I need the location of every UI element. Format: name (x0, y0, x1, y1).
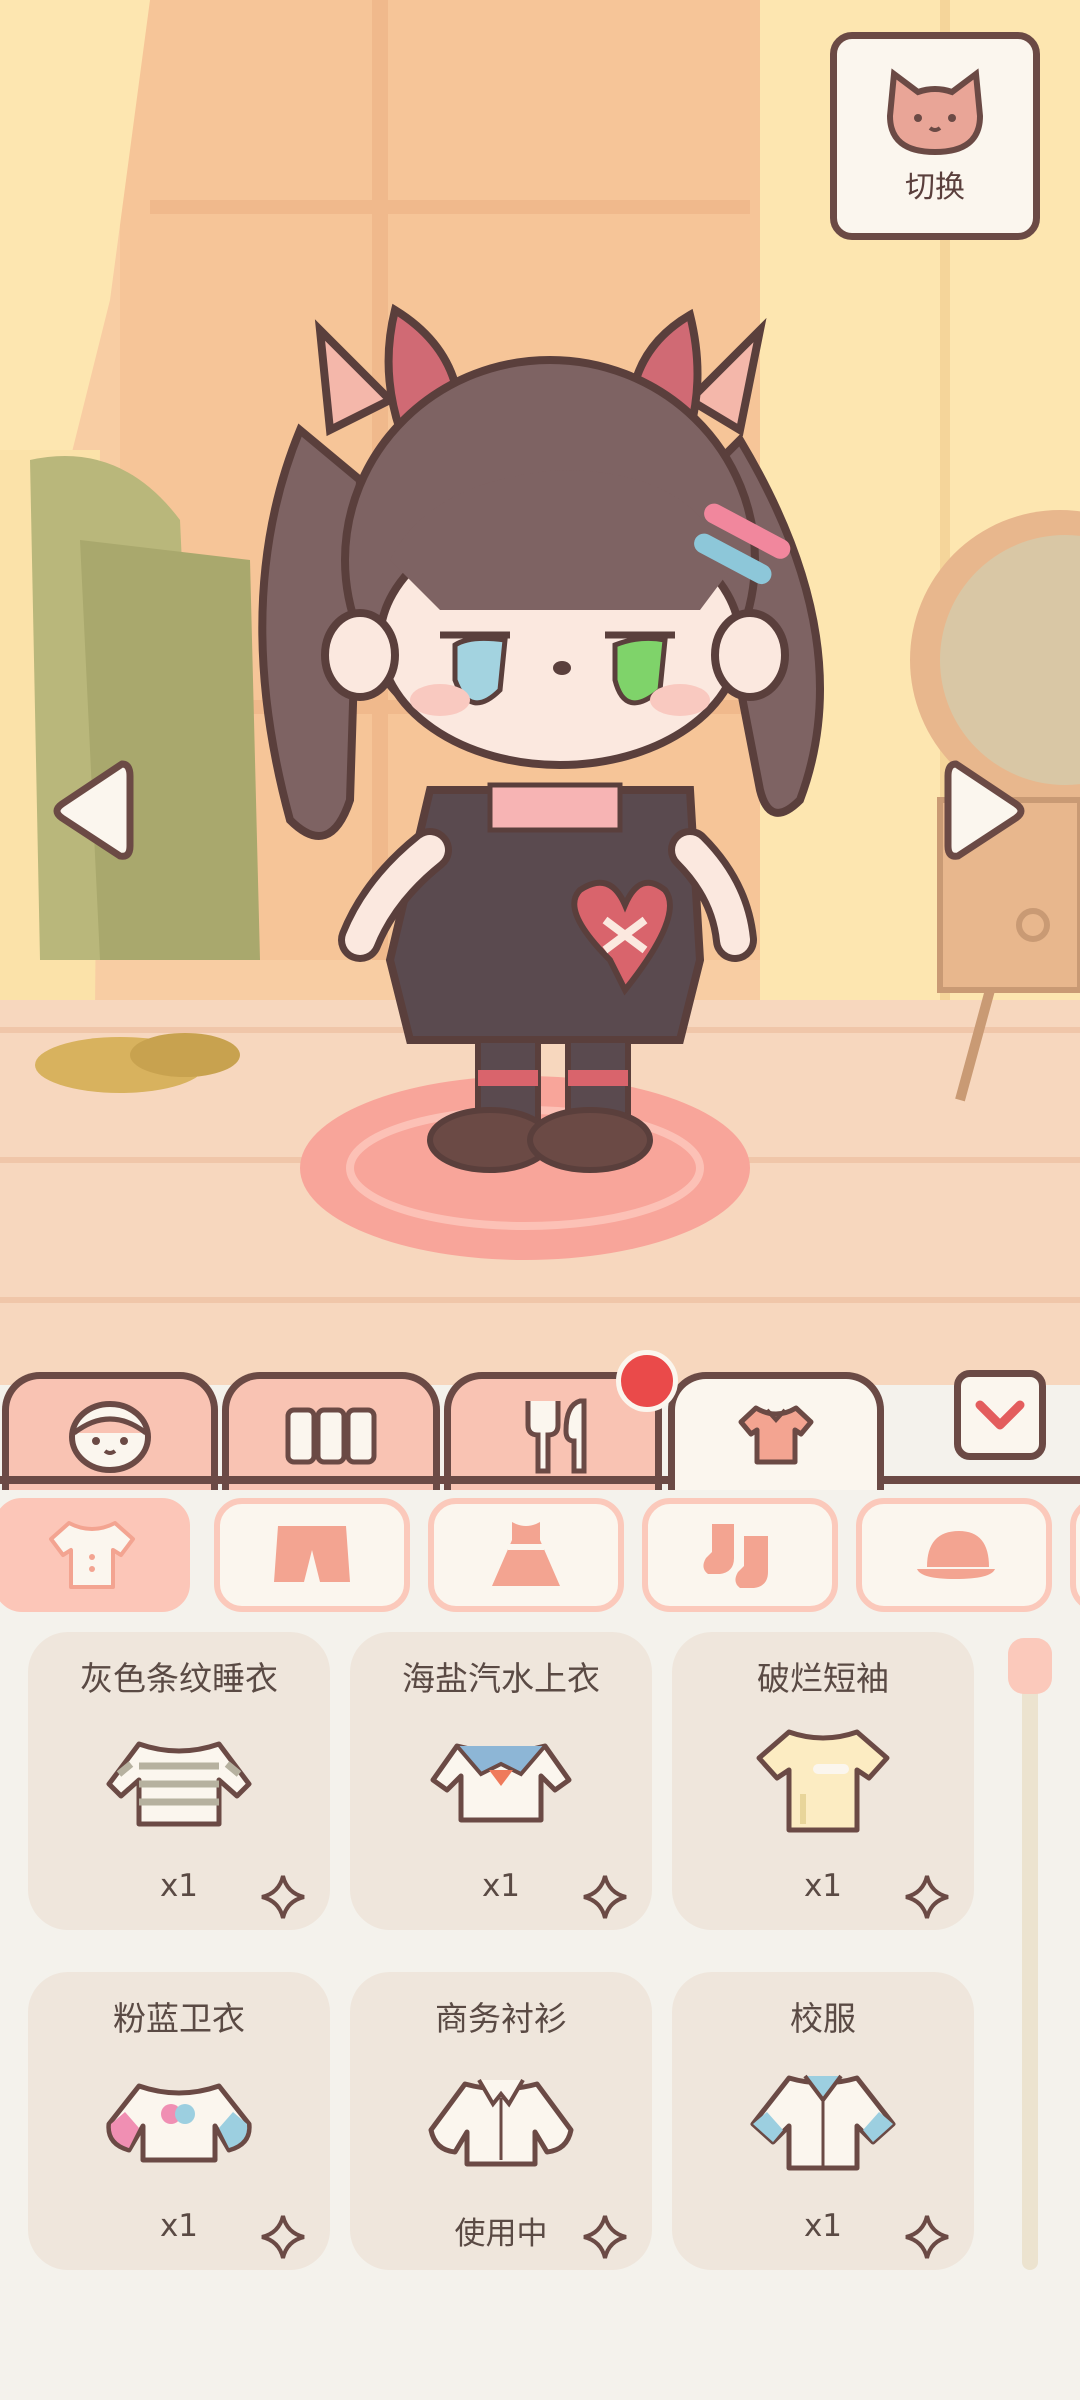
item-card[interactable]: 破烂短袖 x1 (672, 1632, 974, 1930)
subcat-pants[interactable] (214, 1498, 410, 1612)
item-name: 破烂短袖 (757, 1659, 889, 1698)
fork-spoon-icon (525, 1398, 587, 1473)
item-name: 灰色条纹睡衣 (80, 1659, 278, 1698)
chevron-down-icon (975, 1400, 1025, 1430)
sparkle-icon (905, 1875, 949, 1919)
tab-face[interactable] (2, 1372, 218, 1490)
item-name: 商务衬衫 (435, 1999, 567, 2038)
room-scene: 切换 (0, 0, 1080, 1385)
item-name: 校服 (790, 1999, 856, 2038)
collapse-panel-button[interactable] (954, 1370, 1046, 1460)
item-card[interactable]: 灰色条纹睡衣 x1 (28, 1632, 330, 1930)
subcat-more[interactable] (1070, 1498, 1080, 1612)
sparkle-icon (583, 2215, 627, 2259)
previous-arrow-button[interactable] (50, 756, 134, 866)
subcat-tops[interactable] (0, 1498, 190, 1612)
face-icon (69, 1400, 151, 1473)
subcat-dresses[interactable] (428, 1498, 624, 1612)
ragged-tshirt-image (756, 1729, 890, 1833)
sparkle-icon (905, 2215, 949, 2259)
socks-icon (703, 1524, 768, 1588)
subcat-hats[interactable] (856, 1498, 1052, 1612)
item-card[interactable]: 粉蓝卫衣 x1 (28, 1972, 330, 2270)
tabs-divider (0, 1476, 1080, 1484)
sparkle-icon (583, 1875, 627, 1919)
striped-pajama-image (106, 1741, 252, 1827)
arrow-right-icon (944, 760, 1025, 860)
scrollbar-thumb[interactable] (1008, 1638, 1052, 1694)
item-card[interactable]: 海盐汽水上衣 x1 (350, 1632, 652, 1930)
sparkle-icon (261, 2215, 305, 2259)
scrollbar-track[interactable] (1022, 1640, 1038, 2270)
dress-icon (492, 1522, 560, 1586)
switch-character-button[interactable]: 切换 (830, 32, 1040, 240)
category-tabs (0, 1372, 1080, 1490)
hat-icon (917, 1531, 995, 1579)
business-shirt-image (428, 2078, 574, 2167)
switch-label: 切换 (905, 170, 965, 205)
top-shirt-icon (49, 1521, 135, 1589)
pink-blue-hoodie-image (106, 2083, 252, 2163)
shorts-icon (274, 1526, 350, 1582)
item-card[interactable]: 校服 x1 (672, 1972, 974, 2270)
subcategory-row (0, 1496, 1080, 1614)
sailor-top-image (430, 1743, 572, 1823)
sparkle-icon (261, 1875, 305, 1919)
cat-head-icon (886, 68, 984, 156)
item-name: 粉蓝卫衣 (113, 1999, 245, 2038)
item-grid: 灰色条纹睡衣 x1 海盐汽水上衣 x1 破烂短袖 x1 粉蓝卫衣 x1 商务衬衫… (0, 1628, 1000, 2400)
furniture-icon (285, 1407, 377, 1464)
next-arrow-button[interactable] (944, 756, 1028, 866)
tab-furniture[interactable] (222, 1372, 440, 1490)
school-uniform-image (750, 2074, 896, 2171)
subcat-socks[interactable] (642, 1498, 838, 1612)
arrow-left-icon (53, 760, 134, 860)
shirt-icon (738, 1405, 814, 1464)
item-card[interactable]: 商务衬衫 使用中 (350, 1972, 652, 2270)
notification-dot (616, 1350, 678, 1412)
item-name: 海盐汽水上衣 (402, 1659, 600, 1698)
